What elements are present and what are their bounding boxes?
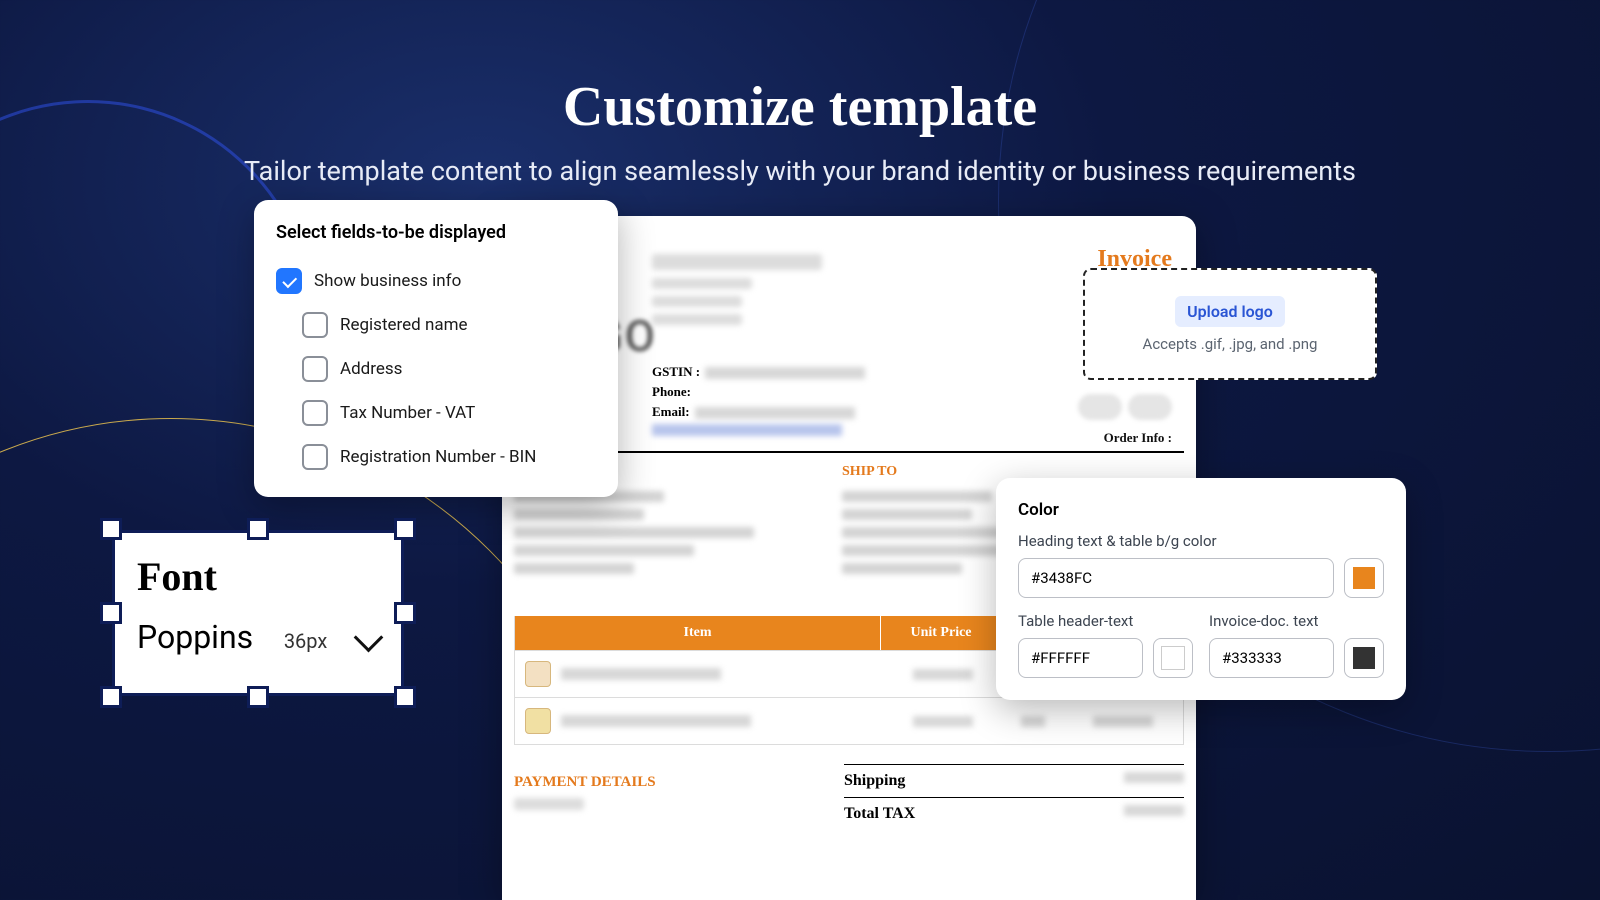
blur-name (652, 254, 822, 270)
col-item: Item (515, 616, 881, 650)
upload-hint: Accepts .gif, .jpg, and .png (1143, 335, 1318, 353)
checkbox-label: Show business info (314, 271, 461, 291)
font-size-value: 36px (284, 629, 328, 653)
checkbox-show-business[interactable]: Show business info (276, 259, 596, 303)
from-link-blur (652, 424, 842, 436)
invoice-meta-order-info: Order Info : (1104, 430, 1172, 446)
fields-popup-caption: Select fields-to-be displayed (276, 222, 596, 243)
checkbox-label: Registered name (340, 315, 468, 335)
ship-to-heading: SHIP TO (842, 464, 897, 480)
from-phone: Phone: (652, 384, 691, 400)
doc-text-color-label: Invoice-doc. text (1209, 612, 1384, 630)
color-panel-caption: Color (1018, 500, 1384, 520)
product-thumb-icon (525, 708, 551, 734)
checkbox-label: Tax Number - VAT (340, 403, 475, 423)
from-gstin: GSTIN : (652, 364, 865, 380)
upload-logo-dropzone[interactable]: Upload logo Accepts .gif, .jpg, and .png (1083, 268, 1377, 380)
table-header-color-swatch[interactable] (1153, 638, 1193, 678)
blur-line (514, 798, 584, 810)
font-dropdown[interactable]: Poppins 36px (137, 618, 379, 656)
totals-tax-label: Total TAX (844, 805, 915, 823)
payment-details-heading: PAYMENT DETAILS (514, 774, 656, 791)
totals-shipping-label: Shipping (844, 772, 905, 790)
doc-text-color-input[interactable]: #333333 (1209, 638, 1334, 678)
checkbox-icon (302, 444, 328, 470)
table-row (515, 697, 1183, 744)
font-family-value: Poppins (137, 618, 253, 656)
blur-line (652, 278, 752, 289)
doc-text-color-swatch[interactable] (1344, 638, 1384, 678)
hero-title: Customize template (0, 75, 1600, 139)
color-panel: Color Heading text & table b/g color #34… (996, 478, 1406, 700)
font-caption: Font (137, 553, 379, 600)
checkbox-icon (302, 400, 328, 426)
heading-color-swatch[interactable] (1344, 558, 1384, 598)
resize-handle-icon[interactable] (394, 686, 416, 708)
invoice-tag-chips (1072, 394, 1172, 424)
resize-handle-icon[interactable] (100, 602, 122, 624)
hero-subtitle: Tailor template content to align seamles… (0, 155, 1600, 187)
checkbox-registered-name[interactable]: Registered name (276, 303, 596, 347)
checkbox-icon (302, 356, 328, 382)
resize-handle-icon[interactable] (394, 602, 416, 624)
checkbox-label: Registration Number - BIN (340, 447, 536, 467)
product-thumb-icon (525, 661, 551, 687)
heading-color-input[interactable]: #3438FC (1018, 558, 1334, 598)
resize-handle-icon[interactable] (100, 686, 122, 708)
checkbox-icon (276, 268, 302, 294)
checkbox-address[interactable]: Address (276, 347, 596, 391)
blur-line (652, 296, 742, 307)
from-email: Email: (652, 404, 855, 420)
chevron-down-icon (354, 623, 384, 653)
heading-color-label: Heading text & table b/g color (1018, 532, 1384, 550)
resize-handle-icon[interactable] (100, 518, 122, 540)
table-header-color-input[interactable]: #FFFFFF (1018, 638, 1143, 678)
checkbox-label: Address (340, 359, 402, 379)
checkbox-icon (302, 312, 328, 338)
totals-block: Shipping Total TAX (844, 764, 1184, 830)
resize-handle-icon[interactable] (247, 686, 269, 708)
checkbox-tax-vat[interactable]: Tax Number - VAT (276, 391, 596, 435)
fields-popup: Select fields-to-be displayed Show busin… (254, 200, 618, 497)
blur-line (652, 314, 742, 325)
upload-logo-button[interactable]: Upload logo (1175, 296, 1285, 327)
bill-to-address (514, 484, 764, 581)
font-card: Font Poppins 36px (112, 530, 404, 696)
resize-handle-icon[interactable] (394, 518, 416, 540)
font-selector-frame[interactable]: Font Poppins 36px (100, 518, 416, 708)
col-unit-price: Unit Price (881, 616, 1002, 650)
resize-handle-icon[interactable] (247, 518, 269, 540)
checkbox-reg-bin[interactable]: Registration Number - BIN (276, 435, 596, 479)
table-header-color-label: Table header-text (1018, 612, 1193, 630)
